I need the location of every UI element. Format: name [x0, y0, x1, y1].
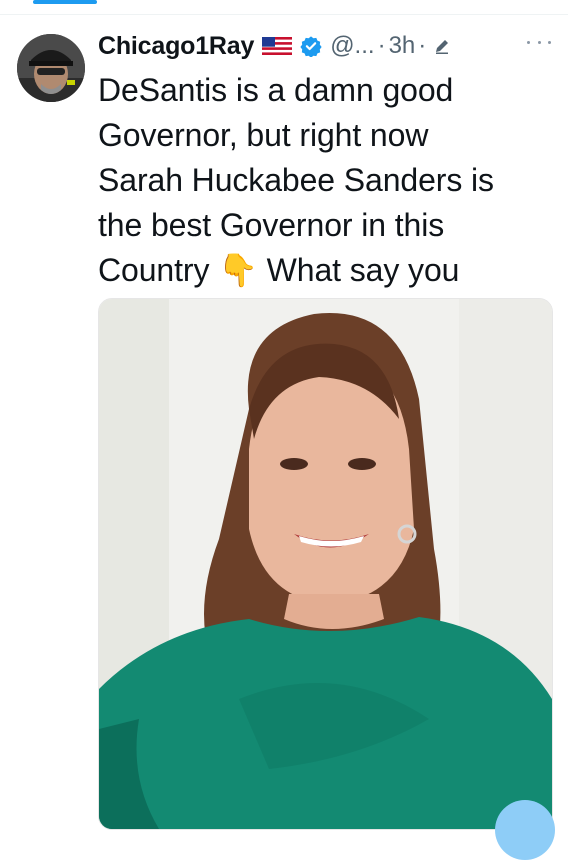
separator-dot: · [377, 32, 386, 59]
us-flag-icon [262, 37, 293, 55]
avatar[interactable] [17, 34, 85, 102]
display-name[interactable]: Chicago1Ray [98, 32, 254, 61]
author-handle[interactable]: @... [330, 32, 374, 60]
compose-floating-button[interactable] [495, 800, 555, 860]
tweet-header: Chicago1Ray @... · 3h · [98, 28, 451, 64]
separator-dot: · [418, 32, 427, 59]
tweet-media-photo[interactable] [98, 298, 553, 830]
active-tab-indicator [33, 0, 97, 4]
tweet-text: DeSantis is a damn good Governor, but ri… [98, 72, 494, 288]
verified-badge-icon[interactable] [300, 35, 322, 58]
edited-pencil-icon[interactable] [433, 37, 451, 55]
top-nav-bar [0, 0, 568, 15]
timestamp[interactable]: 3h [389, 32, 416, 60]
more-options-icon[interactable] [527, 36, 551, 48]
